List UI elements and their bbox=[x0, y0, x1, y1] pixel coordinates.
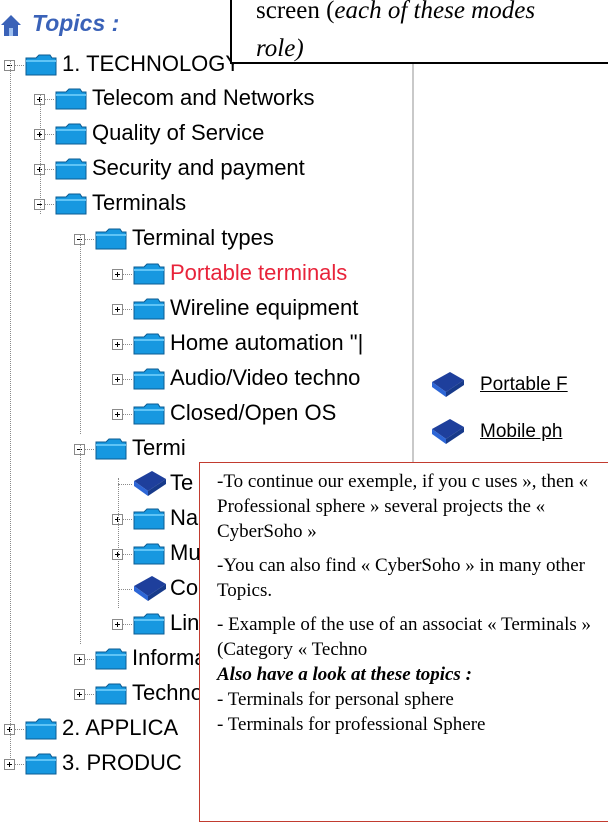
tree-connector bbox=[118, 589, 132, 590]
book-icon bbox=[132, 574, 168, 604]
tree-item-label[interactable]: Lin bbox=[170, 610, 199, 636]
tree-item-label[interactable]: Closed/Open OS bbox=[170, 400, 336, 426]
folder-icon bbox=[132, 611, 166, 637]
content-link[interactable]: Portable F bbox=[480, 374, 568, 396]
tree-item-label[interactable]: Na bbox=[170, 505, 198, 531]
explanation-note: -To continue our exemple, if you c uses … bbox=[199, 462, 608, 822]
folder-icon bbox=[132, 366, 166, 392]
tree-guide bbox=[118, 478, 119, 608]
folder-open-icon bbox=[24, 52, 58, 78]
expand-icon[interactable] bbox=[112, 619, 123, 630]
book-icon bbox=[430, 370, 466, 400]
folder-icon bbox=[132, 331, 166, 357]
tree-item-label[interactable]: Telecom and Networks bbox=[92, 85, 315, 111]
folder-icon bbox=[132, 296, 166, 322]
topics-title: Topics : bbox=[32, 10, 120, 36]
tree-item-label[interactable]: Terminal types bbox=[132, 225, 274, 251]
folder-icon bbox=[54, 86, 88, 112]
callout-top: screen (each of these modes role) bbox=[230, 0, 608, 64]
tree-item-label[interactable]: Co bbox=[170, 575, 198, 601]
book-icon bbox=[430, 417, 466, 447]
tree-item-label[interactable]: Security and payment bbox=[92, 155, 305, 181]
folder-icon bbox=[24, 751, 58, 777]
tree-guide bbox=[10, 60, 11, 760]
folder-icon bbox=[54, 121, 88, 147]
expand-icon[interactable] bbox=[74, 654, 85, 665]
note-item-1: - Terminals for personal sphere bbox=[217, 689, 454, 710]
note-paragraph-3: - Example of the use of an associat « Te… bbox=[217, 614, 591, 660]
tree-item-label[interactable]: Wireline equipment bbox=[170, 295, 358, 321]
folder-open-icon bbox=[94, 436, 128, 462]
folder-icon bbox=[54, 156, 88, 182]
expand-icon[interactable] bbox=[4, 759, 15, 770]
content-link[interactable]: Mobile ph bbox=[480, 421, 562, 443]
tree-item-label[interactable]: Terminals bbox=[92, 190, 186, 216]
tree-item-label[interactable]: Mu bbox=[170, 540, 201, 566]
note-paragraph-2: -You can also find « CyberSoho » in many… bbox=[217, 555, 586, 601]
note-paragraph-1: -To continue our exemple, if you c uses … bbox=[217, 471, 589, 542]
expand-icon[interactable] bbox=[112, 269, 123, 280]
tree-item-label[interactable]: 3. PRODUC bbox=[62, 750, 182, 776]
folder-icon bbox=[132, 541, 166, 567]
tree-item-label[interactable]: Termi bbox=[132, 435, 186, 461]
tree-guide bbox=[40, 94, 41, 214]
tree-guide bbox=[80, 234, 81, 434]
expand-icon[interactable] bbox=[112, 374, 123, 385]
expand-icon[interactable] bbox=[112, 304, 123, 315]
expand-icon[interactable] bbox=[74, 689, 85, 700]
folder-icon bbox=[94, 646, 128, 672]
tree-item-label[interactable]: Home automation "| bbox=[170, 330, 363, 356]
tree-item-label[interactable]: Te bbox=[170, 470, 193, 496]
folder-icon bbox=[132, 261, 166, 287]
folder-open-icon bbox=[54, 191, 88, 217]
home-icon[interactable] bbox=[0, 14, 22, 36]
book-icon bbox=[132, 469, 168, 499]
note-see-also-heading: Also have a look at these topics : bbox=[217, 664, 472, 685]
tree-guide bbox=[80, 444, 81, 644]
folder-icon bbox=[132, 401, 166, 427]
folder-icon bbox=[24, 716, 58, 742]
tree-item-label[interactable]: 2. APPLICA bbox=[62, 715, 178, 741]
expand-icon[interactable] bbox=[112, 409, 123, 420]
tree-item-label[interactable]: Quality of Service bbox=[92, 120, 264, 146]
tree-item-label[interactable]: Portable terminals bbox=[170, 260, 347, 286]
tree-item-label[interactable]: Audio/Video techno bbox=[170, 365, 360, 391]
tree-item-label[interactable]: 1. TECHNOLOGY bbox=[62, 51, 240, 77]
tree-connector bbox=[118, 484, 132, 485]
folder-icon bbox=[132, 506, 166, 532]
folder-open-icon bbox=[94, 226, 128, 252]
expand-icon[interactable] bbox=[112, 339, 123, 350]
folder-icon bbox=[94, 681, 128, 707]
note-item-2: - Terminals for professional Sphere bbox=[217, 714, 486, 735]
